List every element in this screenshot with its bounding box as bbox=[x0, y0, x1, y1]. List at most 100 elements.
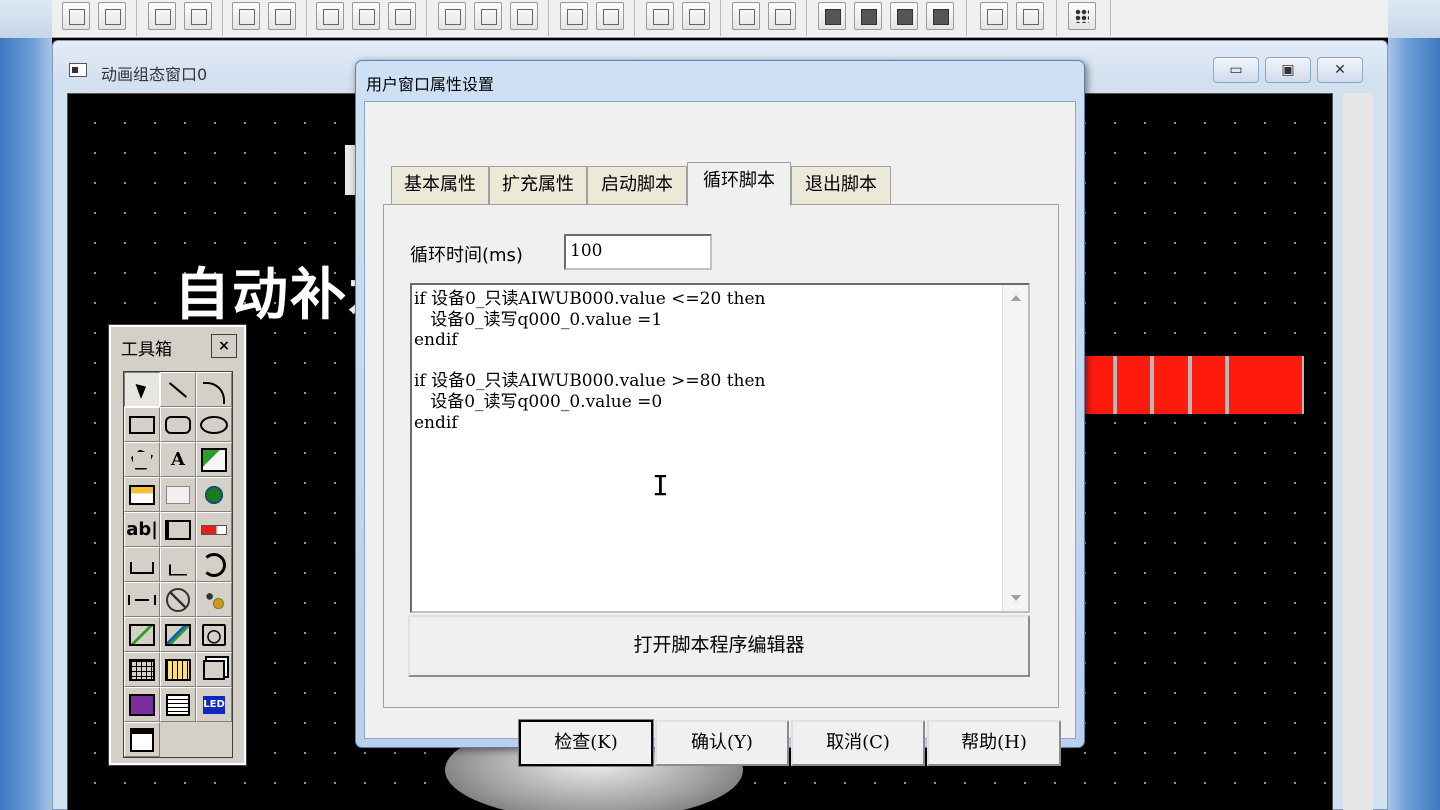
text-tool[interactable]: A bbox=[160, 442, 196, 477]
window-stack-tool[interactable] bbox=[196, 652, 232, 687]
slider-input-tool[interactable] bbox=[160, 512, 196, 547]
maximize-button[interactable]: ▣ bbox=[1265, 57, 1311, 83]
rotate-left-icon[interactable] bbox=[560, 2, 588, 30]
pointer-icon bbox=[125, 373, 159, 406]
tab-loop-script[interactable]: 循环脚本 bbox=[687, 162, 791, 206]
lock-icon[interactable] bbox=[980, 2, 1008, 30]
polygon-tool[interactable] bbox=[124, 442, 160, 477]
minimize-button[interactable]: ▭ bbox=[1213, 57, 1259, 83]
flip-vertical-icon[interactable] bbox=[682, 2, 710, 30]
ellipse-tool[interactable] bbox=[196, 407, 232, 442]
cycle-time-input[interactable]: 100 bbox=[564, 234, 712, 270]
center-vertical-icon[interactable] bbox=[232, 2, 260, 30]
window-stack-icon bbox=[197, 653, 231, 686]
group-icon[interactable] bbox=[732, 2, 760, 30]
center-vert-window-icon[interactable] bbox=[510, 2, 538, 30]
scroll-up-arrow-icon[interactable] bbox=[1011, 295, 1021, 301]
hotspot-tool[interactable] bbox=[196, 477, 232, 512]
pipe-tool[interactable] bbox=[160, 547, 196, 582]
flow-block-icon bbox=[125, 548, 159, 581]
standard-button-icon bbox=[125, 478, 159, 511]
trend-chart-icon bbox=[125, 618, 159, 651]
alarm-tool[interactable] bbox=[196, 617, 232, 652]
alarm-icon bbox=[197, 618, 231, 651]
bring-to-front-icon[interactable] bbox=[818, 2, 846, 30]
same-size-icon[interactable] bbox=[316, 2, 344, 30]
align-bottom-icon[interactable] bbox=[184, 2, 212, 30]
toolbar-separator bbox=[966, 0, 967, 36]
picture-tool[interactable] bbox=[196, 442, 232, 477]
curve-icon bbox=[125, 688, 159, 721]
script-editor[interactable]: if 设备0_只读AIWUB000.value <=20 then 设备0_读写… bbox=[410, 283, 1030, 613]
data-table-tool[interactable] bbox=[160, 652, 196, 687]
align-right-icon[interactable] bbox=[98, 2, 126, 30]
confirm-button[interactable]: 确认(Y) bbox=[655, 720, 789, 766]
rounded-rectangle-tool[interactable] bbox=[160, 407, 196, 442]
bring-forward-icon[interactable] bbox=[890, 2, 918, 30]
scroll-down-arrow-icon[interactable] bbox=[1011, 595, 1021, 601]
arc-tool[interactable] bbox=[196, 372, 232, 407]
gauge-icon bbox=[161, 583, 195, 616]
line-tool[interactable] bbox=[160, 372, 196, 407]
ellipse-icon bbox=[197, 408, 231, 441]
ungroup-icon[interactable] bbox=[768, 2, 796, 30]
tab-basic-properties[interactable]: 基本属性 bbox=[391, 166, 489, 204]
toolbar-separator bbox=[548, 0, 549, 36]
indicator-segment bbox=[1191, 356, 1225, 414]
toolbox-close-button[interactable]: × bbox=[211, 334, 237, 358]
animation-tool[interactable] bbox=[124, 722, 160, 757]
loop-script-panel: 循环时间(ms) 100 if 设备0_只读AIWUB000.value <=2… bbox=[383, 204, 1059, 708]
send-to-back-icon[interactable] bbox=[854, 2, 882, 30]
tab-startup-script[interactable]: 启动脚本 bbox=[587, 166, 687, 204]
standard-button-tool[interactable] bbox=[124, 477, 160, 512]
check-button[interactable]: 检查(K) bbox=[518, 719, 654, 767]
tab-extended-properties[interactable]: 扩充属性 bbox=[489, 166, 587, 204]
input-box-tool[interactable]: ab| bbox=[124, 512, 160, 547]
form-tool[interactable] bbox=[160, 687, 196, 722]
script-scrollbar[interactable] bbox=[1002, 285, 1028, 611]
align-top-icon[interactable] bbox=[148, 2, 176, 30]
led-icon bbox=[197, 688, 231, 721]
center-horz-window-icon[interactable] bbox=[474, 2, 502, 30]
slider-input-icon bbox=[161, 513, 195, 546]
align-left-icon[interactable] bbox=[62, 2, 90, 30]
cancel-button[interactable]: 取消(C) bbox=[791, 720, 925, 766]
center-in-window-icon[interactable] bbox=[438, 2, 466, 30]
window-frame-left-top bbox=[0, 0, 52, 38]
close-button[interactable]: ✕ bbox=[1317, 57, 1363, 83]
trend-chart-tool[interactable] bbox=[124, 617, 160, 652]
gauge-tool[interactable] bbox=[160, 582, 196, 617]
history-trend-tool[interactable] bbox=[160, 617, 196, 652]
vertical-scrollbar[interactable] bbox=[1343, 93, 1373, 810]
led-tool[interactable] bbox=[196, 687, 232, 722]
text-cursor-icon: I bbox=[652, 469, 669, 502]
same-width-icon[interactable] bbox=[388, 2, 416, 30]
tab-exit-script[interactable]: 退出脚本 bbox=[791, 166, 891, 204]
valve-tool[interactable] bbox=[124, 582, 160, 617]
help-button[interactable]: 帮助(H) bbox=[927, 720, 1061, 766]
table-tool[interactable] bbox=[124, 652, 160, 687]
pointer-tool[interactable] bbox=[124, 372, 160, 407]
center-horizontal-icon[interactable] bbox=[268, 2, 296, 30]
bar-meter-tool[interactable] bbox=[196, 512, 232, 547]
indicator-icon bbox=[197, 583, 231, 616]
open-script-editor-button[interactable]: 打开脚本程序编辑器 bbox=[408, 615, 1030, 677]
push-button-tool[interactable] bbox=[160, 477, 196, 512]
rotation-tool[interactable] bbox=[196, 547, 232, 582]
curve-tool[interactable] bbox=[124, 687, 160, 722]
toolbox-grid: A ab| bbox=[123, 371, 233, 758]
data-table-icon bbox=[161, 653, 195, 686]
send-backward-icon[interactable] bbox=[926, 2, 954, 30]
same-height-icon[interactable] bbox=[352, 2, 380, 30]
rectangle-tool[interactable] bbox=[124, 407, 160, 442]
valve-icon bbox=[125, 583, 159, 616]
script-text[interactable]: if 设备0_只读AIWUB000.value <=20 then 设备0_读写… bbox=[414, 289, 998, 433]
flow-block-tool[interactable] bbox=[124, 547, 160, 582]
red-indicator-bar[interactable] bbox=[1078, 356, 1304, 414]
arc-icon bbox=[197, 373, 231, 406]
rotate-right-icon[interactable] bbox=[596, 2, 624, 30]
grid-icon[interactable] bbox=[1068, 2, 1096, 30]
flip-horizontal-icon[interactable] bbox=[646, 2, 674, 30]
edit-points-icon[interactable] bbox=[1016, 2, 1044, 30]
indicator-tool[interactable] bbox=[196, 582, 232, 617]
